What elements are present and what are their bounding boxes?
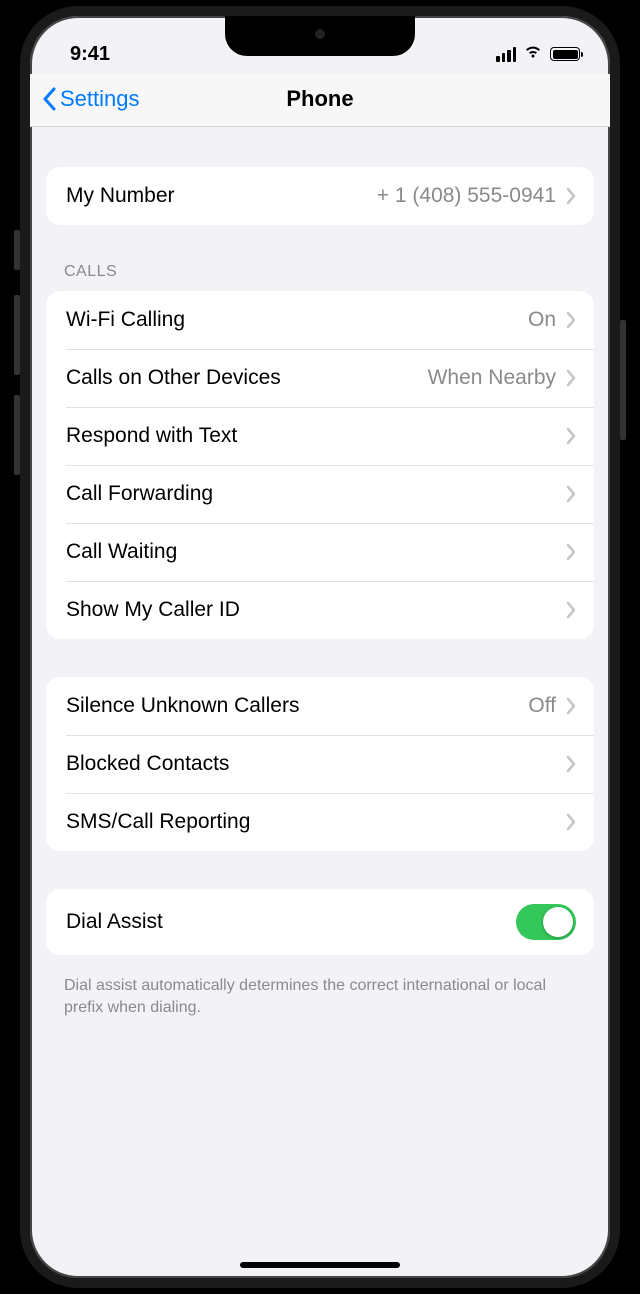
call-forwarding-row[interactable]: Call Forwarding xyxy=(46,465,594,523)
cellular-signal-icon xyxy=(496,47,516,62)
silence-unknown-callers-row[interactable]: Silence Unknown Callers Off xyxy=(46,677,594,735)
blocking-group: Silence Unknown Callers Off Blocked Cont… xyxy=(46,677,594,851)
navigation-bar: Settings Phone xyxy=(30,74,610,127)
my-number-group: My Number + 1 (408) 555-0941 xyxy=(46,167,594,225)
settings-content: My Number + 1 (408) 555-0941 CALLS Wi-Fi… xyxy=(30,127,610,1018)
home-indicator[interactable] xyxy=(240,1262,400,1268)
toggle-knob xyxy=(543,907,573,937)
row-label: Silence Unknown Callers xyxy=(66,694,528,718)
row-value: On xyxy=(528,308,556,332)
chevron-right-icon xyxy=(566,485,576,503)
chevron-right-icon xyxy=(566,369,576,387)
sms-call-reporting-row[interactable]: SMS/Call Reporting xyxy=(46,793,594,851)
row-label: Calls on Other Devices xyxy=(66,366,428,390)
row-value: + 1 (408) 555-0941 xyxy=(377,184,556,208)
chevron-right-icon xyxy=(566,601,576,619)
row-label: Call Forwarding xyxy=(66,482,566,506)
row-label: Show My Caller ID xyxy=(66,598,566,622)
chevron-right-icon xyxy=(566,427,576,445)
call-waiting-row[interactable]: Call Waiting xyxy=(46,523,594,581)
chevron-left-icon xyxy=(42,87,56,111)
chevron-right-icon xyxy=(566,311,576,329)
dial-assist-group: Dial Assist xyxy=(46,889,594,955)
my-number-row[interactable]: My Number + 1 (408) 555-0941 xyxy=(46,167,594,225)
dial-assist-row: Dial Assist xyxy=(46,889,594,955)
back-label: Settings xyxy=(60,86,140,112)
calls-group: Wi-Fi Calling On Calls on Other Devices … xyxy=(46,291,594,639)
row-label: Respond with Text xyxy=(66,424,566,448)
chevron-right-icon xyxy=(566,543,576,561)
calls-header: CALLS xyxy=(46,263,594,291)
phone-frame: 9:41 Settings Phone My Number + 1 (408) … xyxy=(20,6,620,1288)
blocked-contacts-row[interactable]: Blocked Contacts xyxy=(46,735,594,793)
device-notch xyxy=(225,16,415,56)
chevron-right-icon xyxy=(566,755,576,773)
row-label: My Number xyxy=(66,184,377,208)
dial-assist-toggle[interactable] xyxy=(516,904,576,940)
status-icons xyxy=(496,44,580,64)
back-button[interactable]: Settings xyxy=(42,86,140,112)
page-title: Phone xyxy=(286,86,353,112)
row-label: SMS/Call Reporting xyxy=(66,810,566,834)
chevron-right-icon xyxy=(566,187,576,205)
respond-with-text-row[interactable]: Respond with Text xyxy=(46,407,594,465)
row-value: Off xyxy=(528,694,556,718)
row-label: Dial Assist xyxy=(66,910,516,934)
wifi-calling-row[interactable]: Wi-Fi Calling On xyxy=(46,291,594,349)
row-label: Wi-Fi Calling xyxy=(66,308,528,332)
row-label: Call Waiting xyxy=(66,540,566,564)
chevron-right-icon xyxy=(566,813,576,831)
calls-other-devices-row[interactable]: Calls on Other Devices When Nearby xyxy=(46,349,594,407)
status-time: 9:41 xyxy=(70,43,110,66)
row-value: When Nearby xyxy=(428,366,556,390)
battery-icon xyxy=(550,47,580,61)
dial-assist-footer: Dial assist automatically determines the… xyxy=(46,967,594,1018)
row-label: Blocked Contacts xyxy=(66,752,566,776)
wifi-icon xyxy=(523,44,543,64)
show-my-caller-id-row[interactable]: Show My Caller ID xyxy=(46,581,594,639)
chevron-right-icon xyxy=(566,697,576,715)
